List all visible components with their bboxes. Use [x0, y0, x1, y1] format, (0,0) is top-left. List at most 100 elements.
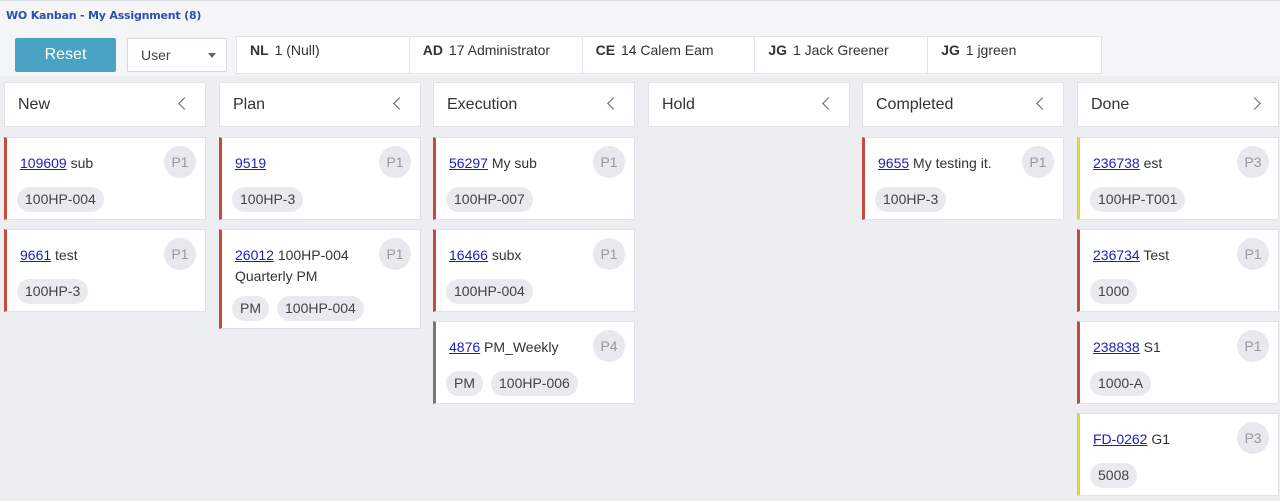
wo-card-title: 9655 My testing it.: [878, 153, 1018, 174]
toolbar: Reset User NL 1 (Null) AD 17 Administrat…: [0, 30, 1280, 76]
wo-number-link[interactable]: 9655: [878, 155, 909, 171]
wo-card-title: 56297 My sub: [449, 153, 589, 174]
tag: 100HP-T001: [1090, 187, 1186, 212]
assignee-code: JG: [768, 42, 788, 58]
title-bar: WO Kanban - My Assignment (8): [0, 0, 1280, 30]
priority-badge: P1: [1022, 146, 1054, 178]
wo-number-link[interactable]: 238838: [1093, 339, 1140, 355]
column-title: Done: [1091, 96, 1130, 113]
chevron-left-icon[interactable]: [607, 97, 620, 110]
column-header: Hold: [648, 82, 850, 127]
user-filter-value: User: [141, 47, 171, 63]
wo-number-link[interactable]: 236734: [1093, 247, 1140, 263]
wo-card-title: 238838 S1: [1093, 337, 1233, 358]
wo-number-link[interactable]: FD-0262: [1093, 431, 1147, 447]
tag-list: 1000-A: [1090, 371, 1152, 396]
wo-description: G1: [1147, 431, 1171, 447]
chevron-right-icon[interactable]: [1248, 97, 1261, 110]
column-title: Hold: [662, 96, 695, 113]
tag-list: 100HP-3: [232, 187, 304, 212]
wo-number-link[interactable]: 109609: [20, 155, 67, 171]
wo-card[interactable]: 16466 subx P1 100HP-004: [433, 229, 635, 312]
wo-card[interactable]: 109609 sub P1 100HP-004: [4, 137, 206, 220]
wo-number-link[interactable]: 9661: [20, 247, 51, 263]
tag: 100HP-006: [491, 371, 578, 396]
wo-card-title: 26012 100HP-004 Quarterly PM: [235, 245, 375, 287]
wo-card-title: 109609 sub: [20, 153, 160, 174]
column-header: Execution: [433, 82, 635, 127]
column-header: Done: [1077, 82, 1279, 127]
tag: 1000-A: [1090, 371, 1152, 396]
tag: 100HP-3: [17, 279, 89, 304]
page-title: WO Kanban - My Assignment (8): [6, 9, 202, 22]
column-title: Execution: [447, 96, 518, 113]
wo-number-link[interactable]: 56297: [449, 155, 488, 171]
wo-number-link[interactable]: 9519: [235, 155, 266, 171]
wo-card-title: FD-0262 G1: [1093, 429, 1233, 450]
tag-list: 5008: [1090, 463, 1138, 488]
assignee-filter-calem-eam[interactable]: CE 14 Calem Eam: [583, 37, 756, 73]
tag: 100HP-3: [875, 187, 947, 212]
caret-down-icon: [208, 53, 216, 58]
priority-badge: P3: [1237, 422, 1269, 454]
wo-card[interactable]: 236738 est P3 100HP-T001: [1077, 137, 1279, 220]
wo-card-title: 16466 subx: [449, 245, 589, 266]
wo-number-link[interactable]: 26012: [235, 247, 274, 263]
wo-card[interactable]: 4876 PM_Weekly P4 PM 100HP-006: [433, 321, 635, 404]
tag: 100HP-004: [17, 187, 104, 212]
priority-badge: P1: [379, 238, 411, 270]
priority-badge: P4: [593, 330, 625, 362]
chevron-left-icon[interactable]: [1036, 97, 1049, 110]
wo-card[interactable]: 238838 S1 P1 1000-A: [1077, 321, 1279, 404]
wo-card-title: 236734 Test: [1093, 245, 1233, 266]
wo-card[interactable]: 9655 My testing it. P1 100HP-3: [862, 137, 1064, 220]
wo-description: Test: [1139, 247, 1170, 263]
tag: 100HP-007: [446, 187, 533, 212]
chevron-left-icon[interactable]: [822, 97, 835, 110]
priority-badge: P1: [593, 238, 625, 270]
assignee-code: NL: [250, 42, 269, 58]
wo-card[interactable]: 236734 Test P1 1000: [1077, 229, 1279, 312]
wo-card[interactable]: 9519 P1 100HP-3: [219, 137, 421, 220]
assignee-filter-jack-greener[interactable]: JG 1 Jack Greener: [755, 37, 929, 73]
wo-card[interactable]: 56297 My sub P1 100HP-007: [433, 137, 635, 220]
assignee-label: 17 Administrator: [448, 42, 551, 58]
tag-list: 100HP-T001: [1090, 187, 1186, 212]
wo-description: S1: [1139, 339, 1161, 355]
assignee-filter-bar: NL 1 (Null) AD 17 Administrator CE 14 Ca…: [236, 36, 1102, 74]
tag-list: 100HP-3: [17, 279, 89, 304]
column-header: Plan: [219, 82, 421, 127]
assignee-filter-administrator[interactable]: AD 17 Administrator: [410, 37, 583, 73]
wo-description: est: [1139, 155, 1163, 171]
user-filter-select[interactable]: User: [127, 38, 227, 72]
wo-card-title: 4876 PM_Weekly: [449, 337, 589, 358]
kanban-column-completed: Completed 9655 My testing it. P1 100HP-3: [862, 82, 1064, 220]
reset-button[interactable]: Reset: [15, 38, 116, 72]
priority-badge: P1: [1237, 238, 1269, 270]
wo-card[interactable]: 9661 test P1 100HP-3: [4, 229, 206, 312]
tag-list: 100HP-004: [446, 279, 533, 304]
column-header: New: [4, 82, 206, 127]
tag: 100HP-004: [277, 296, 364, 321]
wo-number-link[interactable]: 16466: [449, 247, 488, 263]
tag-list: 100HP-004: [17, 187, 104, 212]
wo-number-link[interactable]: 4876: [449, 339, 480, 355]
priority-badge: P1: [164, 238, 196, 270]
tag: 100HP-3: [232, 187, 304, 212]
wo-description: sub: [66, 155, 94, 171]
kanban-column-plan: Plan 9519 P1 100HP-3 26012 100HP-004 Quarter…: [219, 82, 421, 329]
column-title: New: [18, 96, 51, 113]
chevron-left-icon[interactable]: [178, 97, 191, 110]
wo-card[interactable]: 26012 100HP-004 Quarterly PM P1 PM 100HP-00…: [219, 229, 421, 329]
chevron-left-icon[interactable]: [393, 97, 406, 110]
tag: PM: [446, 371, 483, 396]
column-header: Completed: [862, 82, 1064, 127]
priority-badge: P1: [593, 146, 625, 178]
tag-list: 100HP-3: [875, 187, 947, 212]
tag-list: PM 100HP-006: [446, 371, 578, 396]
assignee-filter-jgreen[interactable]: JG 1 jgreen: [928, 37, 1101, 73]
assignee-filter-null[interactable]: NL 1 (Null): [237, 37, 410, 73]
wo-number-link[interactable]: 236738: [1093, 155, 1140, 171]
assignee-label: 1 Jack Greener: [792, 42, 889, 58]
wo-card[interactable]: FD-0262 G1 P3 5008: [1077, 413, 1279, 496]
